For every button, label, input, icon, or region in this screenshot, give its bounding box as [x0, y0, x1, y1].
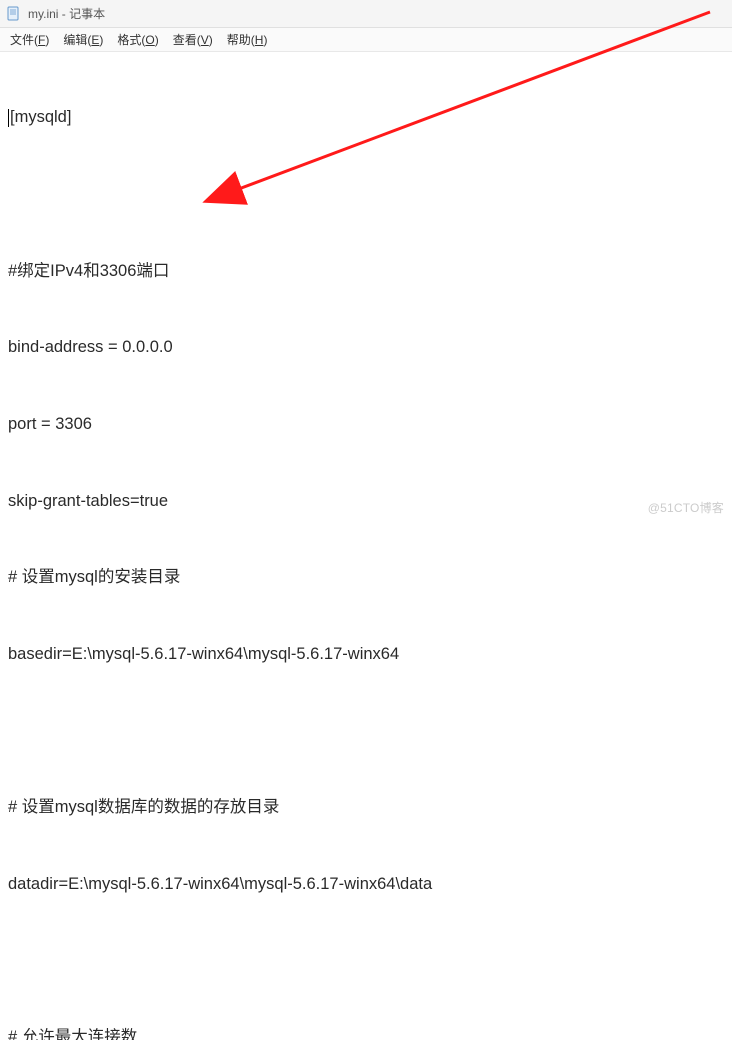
menu-format[interactable]: 格式(O) — [117, 31, 158, 48]
notepad-icon — [6, 6, 22, 22]
window-title: my.ini - 记事本 — [28, 5, 105, 22]
content-line: #绑定IPv4和3306端口 — [8, 259, 724, 285]
menu-help[interactable]: 帮助(H) — [227, 31, 268, 48]
content-line: port = 3306 — [8, 412, 724, 438]
menu-view[interactable]: 查看(V) — [173, 31, 213, 48]
content-line: datadir=E:\mysql-5.6.17-winx64\mysql-5.6… — [8, 872, 724, 898]
menubar: 文件(F) 编辑(E) 格式(O) 查看(V) 帮助(H) — [0, 28, 732, 52]
watermark: @51CTO博客 — [648, 499, 724, 516]
content-line: # 设置mysql数据库的数据的存放目录 — [8, 795, 724, 821]
content-line: skip-grant-tables=true — [8, 489, 724, 515]
titlebar: my.ini - 记事本 — [0, 0, 732, 28]
content-line: [mysqld] — [8, 105, 724, 131]
content-line: # 允许最大连接数 — [8, 1025, 724, 1040]
menu-file[interactable]: 文件(F) — [10, 31, 49, 48]
content-line: bind-address = 0.0.0.0 — [8, 335, 724, 361]
editor-content[interactable]: [mysqld] #绑定IPv4和3306端口 bind-address = 0… — [0, 52, 732, 1040]
content-line: basedir=E:\mysql-5.6.17-winx64\mysql-5.6… — [8, 642, 724, 668]
content-line — [8, 182, 724, 208]
content-line — [8, 719, 724, 745]
menu-edit[interactable]: 编辑(E) — [63, 31, 103, 48]
content-line — [8, 949, 724, 975]
content-line: # 设置mysql的安装目录 — [8, 565, 724, 591]
